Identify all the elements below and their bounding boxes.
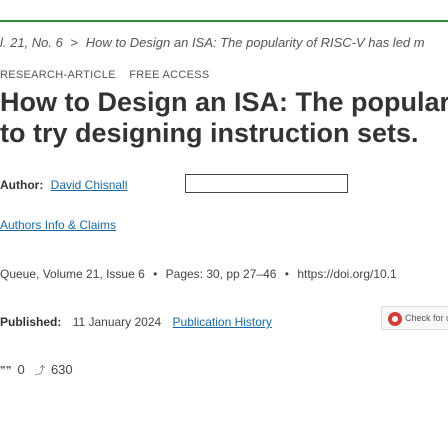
article-type-badge: RESEARCH-ARTICLE [0, 69, 116, 81]
doi-link[interactable]: https://doi.org/10.1 [297, 267, 396, 281]
publication-history-link[interactable]: Publication History [173, 315, 272, 329]
article-metrics: ❞❞ 0 ⤴ 630 [0, 362, 79, 378]
download-count: 630 [50, 362, 73, 377]
breadcrumb-article: How to Design an ISA: The popularity of … [85, 35, 425, 50]
author-row: Author: David Chisnall [0, 178, 127, 192]
breadcrumb-separator: > [70, 35, 79, 50]
trend-icon: ⤴ [34, 365, 46, 377]
page-title: How to Design an ISA: The popular to try… [0, 87, 448, 148]
author-label: Author: [0, 178, 44, 192]
author-popup-box [185, 174, 348, 193]
citation-count: 0 [17, 362, 25, 377]
crossmark-icon [388, 311, 402, 326]
quote-icon: ❞❞ [0, 365, 12, 377]
bullet-separator: • [153, 267, 158, 281]
article-badges: RESEARCH-ARTICLE FREE ACCESS [0, 69, 220, 81]
check-for-updates-button[interactable]: Check for up [381, 306, 448, 330]
authors-info-link[interactable]: Authors Info & Claims [0, 218, 116, 232]
author-name-link[interactable]: David Chisnall [51, 178, 128, 192]
breadcrumb-issue[interactable]: l. 21, No. 6 [0, 35, 63, 50]
page-range: Pages: 30, pp 27–46 [165, 267, 277, 281]
published-row: Published: 11 January 2024 Publication H… [0, 315, 272, 329]
top-accent-bar [0, 0, 448, 22]
citation-line: Queue, Volume 21, Issue 6 • Pages: 30, p… [0, 267, 397, 281]
bullet-separator: • [284, 267, 289, 281]
access-badge: FREE ACCESS [129, 69, 210, 81]
journal-issue: Queue, Volume 21, Issue 6 [0, 267, 145, 281]
check-updates-label: Check for up [405, 313, 448, 323]
published-label: Published: [0, 315, 62, 329]
published-date: 11 January 2024 [72, 315, 162, 329]
breadcrumb: l. 21, No. 6 > How to Design an ISA: The… [0, 35, 425, 50]
